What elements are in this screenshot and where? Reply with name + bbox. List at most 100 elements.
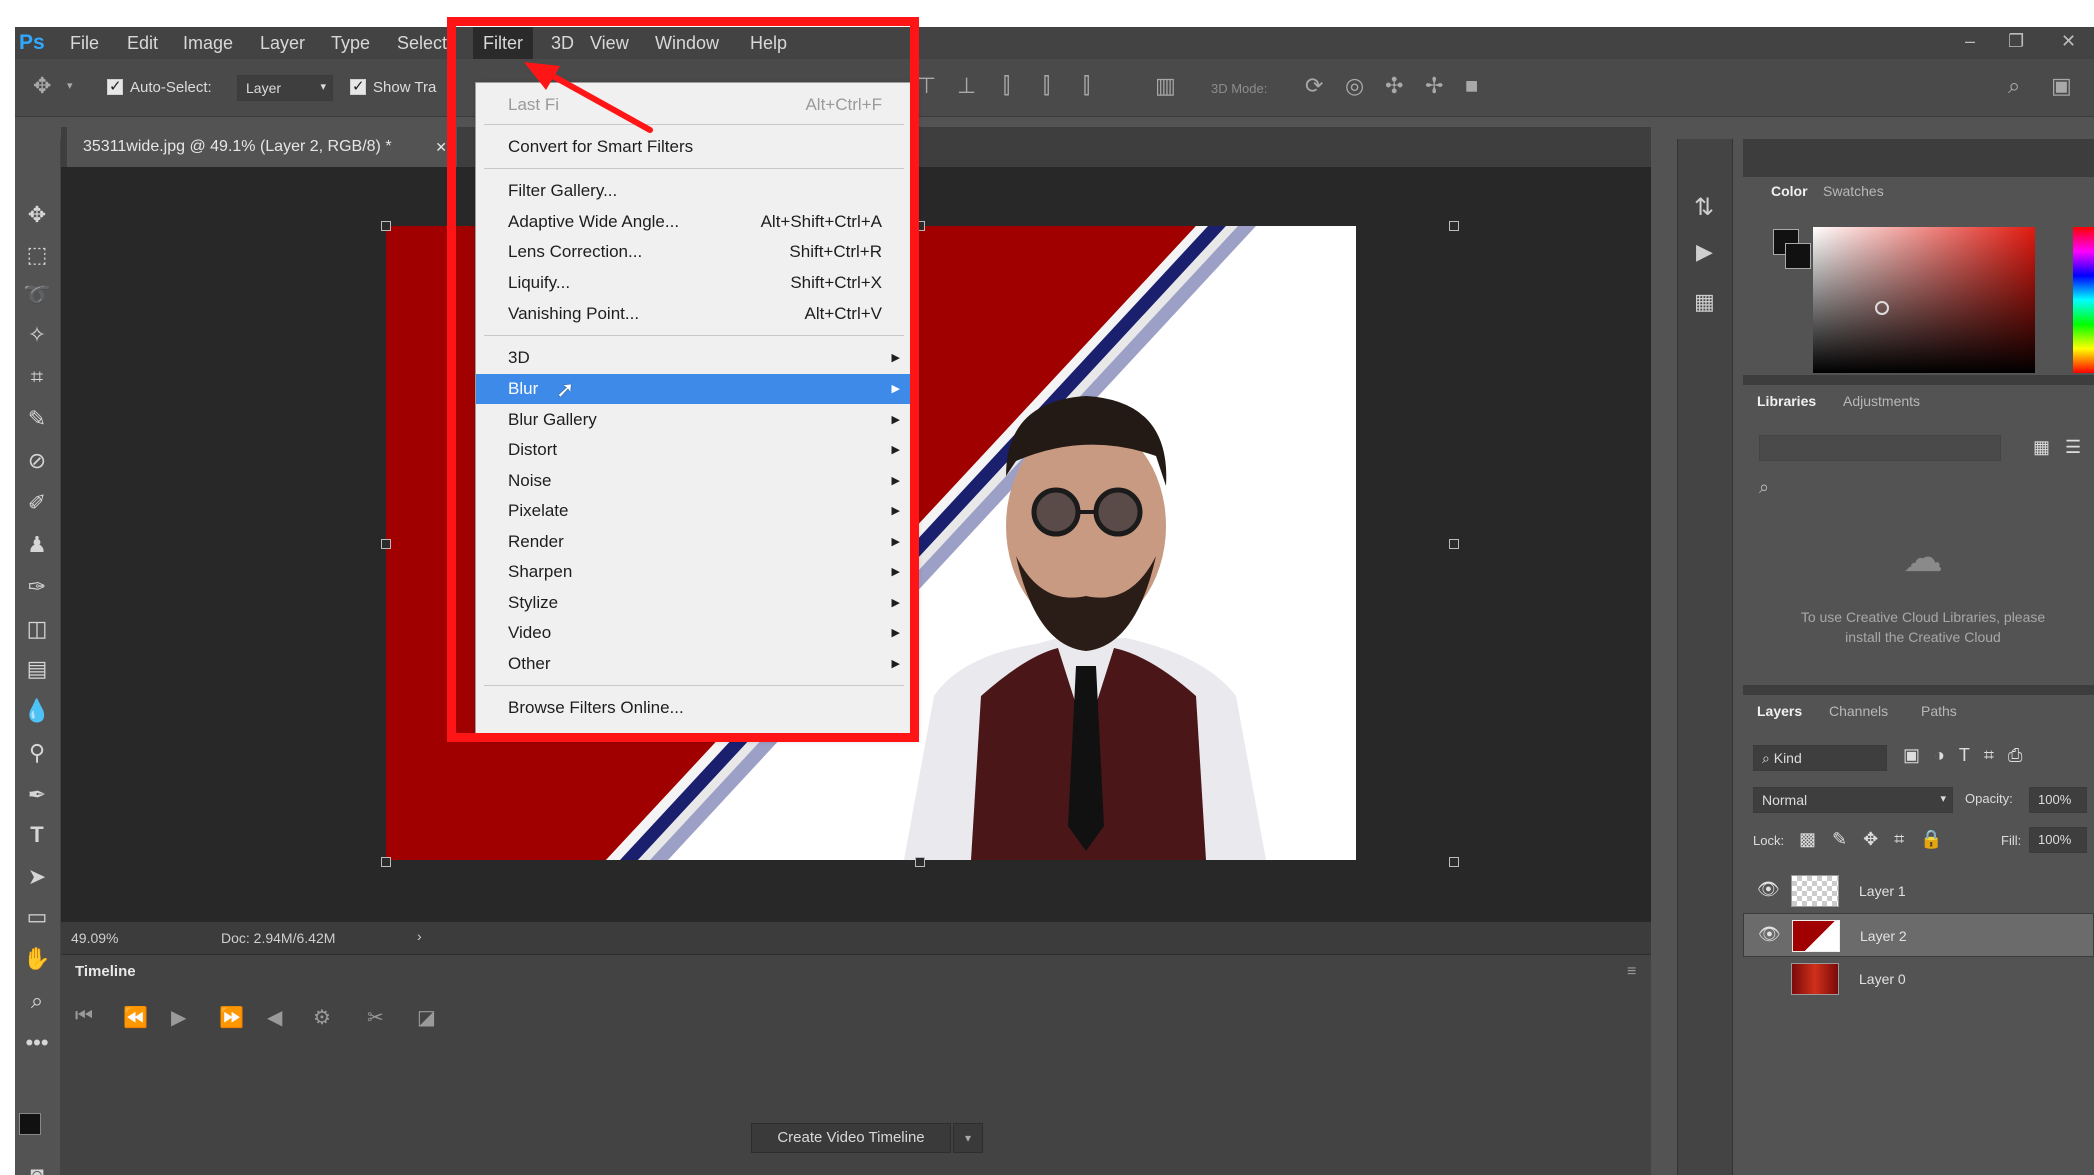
eraser-tool-icon[interactable]: ◫: [21, 613, 53, 645]
layer-row[interactable]: Layer 0: [1743, 957, 2094, 1001]
3d-roll-icon[interactable]: ◎: [1345, 73, 1364, 99]
settings-icon[interactable]: ⚙: [313, 1005, 331, 1030]
menu-select[interactable]: Select: [397, 27, 447, 59]
background-color-swatch[interactable]: [1785, 243, 1811, 269]
3d-camera-icon[interactable]: ■: [1465, 73, 1478, 99]
visibility-toggle[interactable]: [1757, 967, 1773, 983]
zoom-level[interactable]: 49.09%: [71, 930, 118, 946]
hand-tool-icon[interactable]: ✋: [21, 943, 53, 975]
transition-icon[interactable]: ◪: [417, 1005, 436, 1030]
move-tool-icon[interactable]: ✥: [33, 73, 51, 99]
close-icon[interactable]: ✕: [2061, 31, 2076, 52]
magic-wand-tool-icon[interactable]: ✧: [21, 319, 53, 351]
blur-tool-icon[interactable]: 💧: [21, 695, 53, 727]
restore-icon[interactable]: ❐: [2008, 31, 2024, 52]
auto-select-dropdown[interactable]: Layer ▾: [237, 75, 333, 101]
tab-channels[interactable]: Channels: [1829, 703, 1888, 719]
opacity-input[interactable]: 100%: [2029, 787, 2087, 813]
transform-handle[interactable]: [1449, 539, 1459, 549]
properties-icon[interactable]: ▦: [1694, 289, 1715, 315]
tab-layers[interactable]: Layers: [1757, 703, 1802, 719]
3d-slide-icon[interactable]: ✢: [1425, 73, 1443, 99]
workspace-icon[interactable]: ▣: [2051, 73, 2072, 99]
library-select[interactable]: [1759, 435, 2001, 461]
hue-slider[interactable]: [2073, 227, 2094, 373]
grid-view-icon[interactable]: ▦: [2033, 437, 2050, 458]
3d-orbit-icon[interactable]: ⟳: [1305, 73, 1323, 99]
distribute-left-icon[interactable]: ⫿: [1003, 73, 1010, 99]
create-video-timeline-button[interactable]: Create Video Timeline: [751, 1123, 951, 1153]
transform-handle[interactable]: [915, 857, 925, 867]
gradient-tool-icon[interactable]: ▤: [21, 653, 53, 685]
fill-input[interactable]: 100%: [2029, 827, 2087, 853]
visibility-eye-icon[interactable]: 👁: [1758, 924, 1781, 945]
color-picker-cursor[interactable]: [1875, 301, 1889, 315]
close-tab-icon[interactable]: ✕: [435, 127, 447, 167]
split-icon[interactable]: ✂: [367, 1005, 384, 1030]
lasso-tool-icon[interactable]: ➰: [21, 279, 53, 311]
play-icon[interactable]: ▶: [171, 1005, 186, 1030]
shape-tool-icon[interactable]: ▭: [21, 901, 53, 933]
healing-tool-icon[interactable]: ⊘: [21, 445, 53, 477]
menu-layer[interactable]: Layer: [260, 27, 305, 59]
chevron-down-icon[interactable]: ▾: [953, 1123, 983, 1153]
marquee-tool-icon[interactable]: ⬚: [21, 239, 53, 271]
layer-row[interactable]: 👁 Layer 1: [1743, 869, 2094, 913]
tab-libraries[interactable]: Libraries: [1757, 393, 1816, 409]
transform-handle[interactable]: [1449, 221, 1459, 231]
quick-mask-icon[interactable]: ◙: [21, 1159, 53, 1175]
history-icon[interactable]: ⇅: [1694, 193, 1714, 222]
transform-handle[interactable]: [381, 221, 391, 231]
distribute-hcenter-icon[interactable]: ⫿: [1043, 73, 1050, 99]
zoom-tool-icon[interactable]: ⌕: [21, 985, 53, 1017]
menu-image[interactable]: Image: [183, 27, 233, 59]
go-to-first-frame-icon[interactable]: ⏮: [75, 1005, 93, 1028]
actions-play-icon[interactable]: ▶: [1696, 239, 1713, 265]
audio-icon[interactable]: ◀: [267, 1005, 282, 1030]
layer-row[interactable]: 👁 Layer 2: [1743, 913, 2094, 957]
panel-menu-icon[interactable]: ≡: [1627, 963, 1636, 981]
transform-handle[interactable]: [381, 539, 391, 549]
align-top-icon[interactable]: ⊤: [917, 73, 936, 99]
tab-color[interactable]: Color: [1771, 183, 1808, 199]
list-view-icon[interactable]: ☰: [2065, 437, 2081, 458]
path-select-tool-icon[interactable]: ➤: [21, 861, 53, 893]
more-tools-icon[interactable]: •••: [21, 1027, 53, 1059]
tab-swatches[interactable]: Swatches: [1823, 183, 1884, 199]
distribute-right-icon[interactable]: ⫿: [1083, 73, 1090, 99]
next-frame-icon[interactable]: ⏩: [219, 1005, 244, 1030]
document-tab[interactable]: 35311wide.jpg @ 49.1% (Layer 2, RGB/8) *…: [67, 127, 457, 167]
brush-tool-icon[interactable]: ✐: [21, 487, 53, 519]
eyedropper-tool-icon[interactable]: ✎: [21, 403, 53, 435]
menu-file[interactable]: File: [70, 27, 99, 59]
timeline-tab[interactable]: Timeline: [75, 963, 136, 980]
tab-paths[interactable]: Paths: [1921, 703, 1957, 719]
3d-pan-icon[interactable]: ✣: [1385, 73, 1403, 99]
menu-edit[interactable]: Edit: [127, 27, 158, 59]
search-icon[interactable]: ⌕: [1759, 477, 1769, 498]
align-vcenter-icon[interactable]: ⊥: [957, 73, 976, 99]
transform-handle[interactable]: [1449, 857, 1459, 867]
history-brush-tool-icon[interactable]: ✑: [21, 571, 53, 603]
tab-adjustments[interactable]: Adjustments: [1843, 393, 1920, 409]
show-transform-checkbox[interactable]: [350, 77, 366, 95]
crop-tool-icon[interactable]: ⌗: [21, 361, 53, 393]
pen-tool-icon[interactable]: ✒: [21, 779, 53, 811]
blend-mode-select[interactable]: Normal ▾: [1753, 787, 1953, 813]
menu-type[interactable]: Type: [331, 27, 370, 59]
stamp-tool-icon[interactable]: ♟: [21, 529, 53, 561]
type-tool-icon[interactable]: T: [21, 819, 53, 851]
color-picker-field[interactable]: [1813, 227, 2035, 373]
auto-align-icon[interactable]: ▥: [1155, 73, 1176, 99]
search-icon[interactable]: ⌕: [2008, 73, 2020, 99]
visibility-eye-icon[interactable]: 👁: [1757, 879, 1780, 900]
transform-handle[interactable]: [381, 857, 391, 867]
chevron-down-icon[interactable]: ▾: [67, 79, 73, 92]
chevron-right-icon[interactable]: ›: [417, 928, 422, 944]
lock-icons[interactable]: ▩✎✥⌗🔒: [1799, 829, 1959, 850]
minimize-icon[interactable]: –: [1965, 31, 1975, 52]
filter-icons[interactable]: ▣◑T⌗⎙: [1903, 745, 2036, 766]
move-tool-icon[interactable]: ✥: [21, 199, 53, 231]
previous-frame-icon[interactable]: ⏪: [123, 1005, 148, 1030]
dodge-tool-icon[interactable]: ⚲: [21, 737, 53, 769]
